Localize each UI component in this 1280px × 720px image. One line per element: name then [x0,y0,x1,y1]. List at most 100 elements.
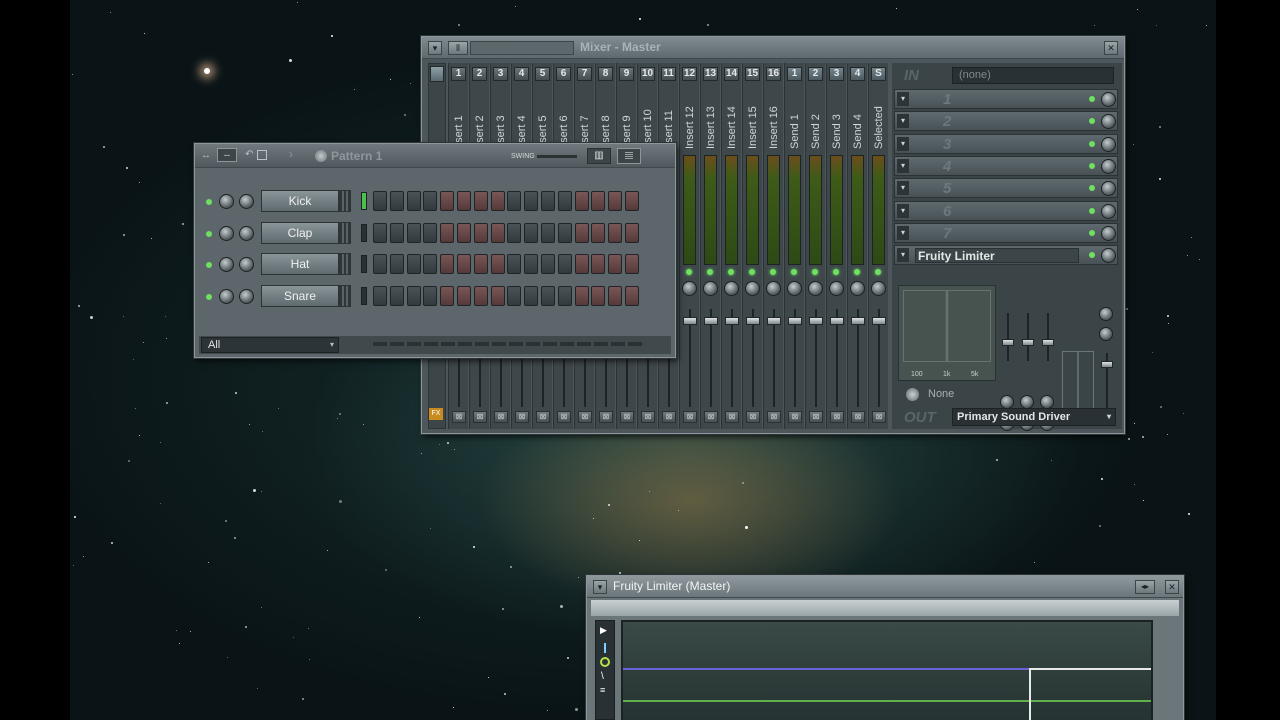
channel-button[interactable]: Snare [261,285,339,308]
chevron-down-icon[interactable]: ▾ [897,114,909,129]
mixer-detach-button[interactable]: ⫴ [448,41,468,55]
step-button[interactable] [574,191,589,211]
active-effect-name[interactable]: Fruity Limiter [915,248,1079,264]
strip-enable-led[interactable] [833,269,839,275]
step-button[interactable] [423,222,438,243]
strip-volume-fader[interactable] [767,317,781,325]
channel-mute-led[interactable] [206,262,212,269]
channel-mute-led[interactable] [206,230,212,237]
step-button[interactable] [373,286,387,307]
step-button[interactable] [608,254,623,275]
mixer-close-button[interactable]: ✕ [1104,41,1118,55]
sequencer-arrows-icon[interactable]: ↔ [201,150,211,161]
eq-fader-3[interactable] [1042,339,1054,346]
strip-enable-led[interactable] [854,269,860,275]
strip-pan-knob[interactable] [724,281,739,296]
strip-enable-led[interactable] [749,269,755,275]
strip-route-button[interactable]: ⊠ [872,411,886,423]
step-button[interactable] [389,286,404,307]
strip-route-button[interactable]: ⊠ [557,411,571,423]
slot-mix-knob[interactable] [1101,92,1116,107]
step-button[interactable] [541,286,555,307]
strip-enable-led[interactable] [728,269,734,275]
channel-volume-knob[interactable] [239,257,254,273]
step-button[interactable] [541,222,555,243]
strip-volume-fader[interactable] [830,317,844,325]
master-vol-fader[interactable] [1101,361,1113,368]
step-button[interactable] [473,254,488,275]
effect-slot[interactable]: ▾ 3 [894,133,1118,154]
step-button[interactable] [373,254,387,275]
step-button[interactable] [473,191,488,211]
step-button[interactable] [574,222,589,243]
gain-icon[interactable] [604,643,606,653]
step-button[interactable] [440,254,455,275]
limiter-close-button[interactable]: ✕ [1165,580,1179,594]
step-button[interactable] [373,191,387,211]
mixer-strip[interactable]: 15 Insert 15 ⊠ [742,63,762,429]
strip-route-button[interactable]: ⊠ [620,411,634,423]
step-button[interactable] [557,222,572,243]
pattern-name[interactable]: Pattern 1 [331,149,382,163]
step-button[interactable] [440,286,455,307]
step-button[interactable] [490,222,505,243]
effect-slot[interactable]: ▾ 7 [894,222,1118,243]
step-button[interactable] [423,286,438,307]
step-button[interactable] [608,191,623,211]
slot-enable-led[interactable] [1089,185,1095,192]
graph-editor-icon[interactable]: ▥ [587,148,611,164]
strip-route-button[interactable]: ⊠ [725,411,739,423]
step-button[interactable] [457,254,471,275]
step-button[interactable] [490,286,505,307]
slot-enable-led[interactable] [1089,252,1095,259]
strip-pan-knob[interactable] [829,281,844,296]
step-button[interactable] [574,286,589,307]
step-button[interactable] [591,254,606,275]
step-button[interactable] [557,254,572,275]
strip-volume-fader[interactable] [788,317,802,325]
mixer-strip[interactable]: 3 Send 3 ⊠ [826,63,846,429]
mixer-strip[interactable]: 16 Insert 16 ⊠ [763,63,783,429]
graph-toggle-button[interactable]: -- [217,148,237,162]
channel-select-indicator[interactable] [361,255,367,274]
mixer-menu-button[interactable]: ▾ [428,41,442,55]
mixer-strip[interactable]: 14 Insert 14 ⊠ [721,63,741,429]
step-button[interactable] [389,222,404,243]
mixer-strip[interactable]: 13 Insert 13 ⊠ [700,63,720,429]
step-button[interactable] [625,222,639,243]
strip-pan-knob[interactable] [682,281,697,296]
step-button[interactable] [591,222,606,243]
strip-route-button[interactable]: ⊠ [704,411,718,423]
step-button[interactable] [440,191,455,211]
slot-enable-led[interactable] [1089,96,1095,102]
effect-slot[interactable]: ▾ 2 [894,111,1118,132]
step-button[interactable] [373,222,387,243]
step-button[interactable] [406,191,421,211]
step-button[interactable] [457,222,471,243]
strip-route-button[interactable]: ⊠ [641,411,655,423]
mixer-titlebar[interactable]: ▾ ⫴ Mixer - Master ✕ [422,37,1124,59]
strip-pan-knob[interactable] [766,281,781,296]
step-button[interactable] [625,254,639,275]
limiter-titlebar[interactable]: ▾ Fruity Limiter (Master) ◂▸ ✕ [587,576,1183,598]
slot-mix-knob[interactable] [1101,114,1116,130]
strip-pan-knob[interactable] [871,281,886,296]
eq-fader-1[interactable] [1002,339,1014,346]
strip-enable-led[interactable] [812,269,818,275]
output-select[interactable]: Primary Sound Driver ▾ [952,408,1116,426]
strip-route-button[interactable]: ⊠ [746,411,760,423]
slot-enable-led[interactable] [1089,207,1095,214]
slot-mix-knob[interactable] [1101,203,1116,219]
step-button[interactable] [490,191,505,211]
step-button[interactable] [625,191,639,211]
chevron-down-icon[interactable]: ▾ [897,203,909,218]
detach-icon[interactable] [257,150,267,160]
effect-slot-active[interactable]: ▾ Fruity Limiter [894,245,1118,266]
strip-volume-fader[interactable] [809,317,823,325]
strip-volume-fader[interactable] [725,317,739,325]
step-button[interactable] [406,254,421,275]
eq-fader-2[interactable] [1022,339,1034,346]
compress-icon[interactable] [600,657,610,667]
step-scrollbar[interactable] [373,342,645,346]
step-button[interactable] [608,222,623,243]
